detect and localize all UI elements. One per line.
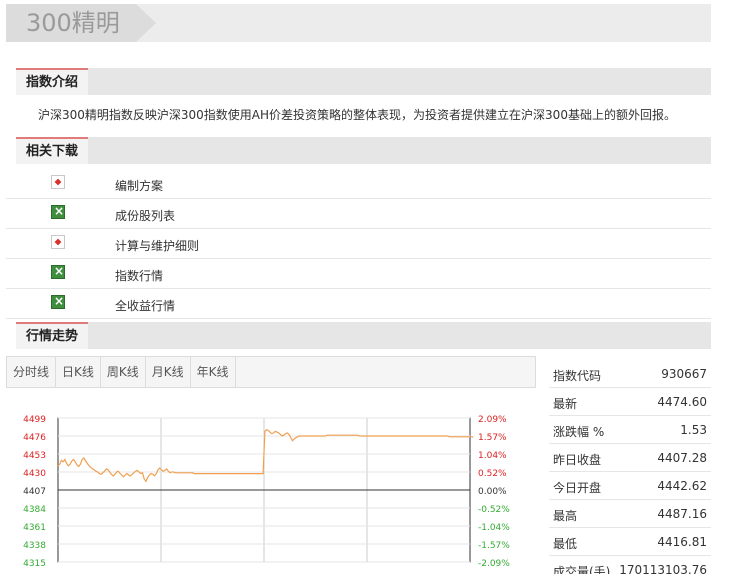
stat-row: 最低 4416.81 — [549, 528, 711, 556]
intraday-chart: 4499 2.09% 4476 1.57% 4453 1.04% 4430 0.52% 4407… — [6, 400, 536, 574]
y-left-tick-label: 4338 — [23, 541, 46, 551]
stat-row: 涨跌幅 % 1.53 — [549, 416, 711, 444]
stat-value: 4407.28 — [657, 451, 707, 465]
excel-icon[interactable] — [51, 294, 65, 309]
stat-value: 170113103.76 — [619, 563, 707, 574]
tab-yearly-k[interactable]: 年K线 — [191, 357, 236, 387]
stat-key: 涨跌幅 % — [553, 425, 605, 439]
excel-icon[interactable] — [51, 264, 65, 279]
price-series-line — [57, 428, 474, 483]
stat-row: 指数代码 930667 — [549, 360, 711, 388]
y-right-tick-label: 2.09% — [478, 415, 507, 425]
y-left-tick-label: 4453 — [23, 451, 46, 461]
stat-value: 1.53 — [680, 423, 707, 437]
y-right-tick-label: -1.04% — [478, 523, 510, 533]
y-right-tick-label: 1.57% — [478, 433, 507, 443]
download-item-label[interactable]: 全收益行情 — [115, 297, 175, 314]
pdf-icon[interactable] — [51, 235, 65, 249]
y-left-tick-label: 4476 — [23, 433, 46, 443]
download-item-label[interactable]: 编制方案 — [115, 177, 163, 194]
section-downloads-title: 相关下载 — [16, 137, 89, 164]
section-downloads-header: 相关下载 — [16, 137, 711, 164]
stat-value: 4416.81 — [657, 535, 707, 549]
download-item-label[interactable]: 计算与维护细则 — [115, 237, 199, 254]
page-title-bar: 300精明 — [6, 4, 711, 42]
stat-value: 4442.62 — [657, 479, 707, 493]
chart-tabs: 分时线 日K线 周K线 月K线 年K线 — [6, 356, 536, 388]
stat-key: 今日开盘 — [553, 481, 602, 495]
stat-value: 4474.60 — [657, 395, 707, 409]
y-left-tick-label: 4361 — [23, 523, 46, 533]
tab-daily-k[interactable]: 日K线 — [56, 357, 101, 387]
stat-row: 昨日收盘 4407.28 — [549, 444, 711, 472]
excel-icon[interactable] — [51, 204, 65, 219]
stat-row: 最新 4474.60 — [549, 388, 711, 416]
stat-value: 4487.16 — [657, 507, 707, 521]
section-intro-title: 指数介绍 — [16, 68, 89, 95]
y-right-tick-label: 1.04% — [478, 451, 507, 461]
y-right-tick-label: -1.57% — [478, 541, 510, 551]
section-trend-title: 行情走势 — [16, 322, 89, 349]
download-item[interactable]: 成份股列表 — [6, 199, 711, 229]
y-left-tick-label: 4430 — [23, 469, 46, 479]
tab-monthly-k[interactable]: 月K线 — [146, 357, 191, 387]
stat-key: 最新 — [553, 397, 578, 411]
y-left-tick-label: 4407 — [23, 487, 46, 497]
stat-key: 昨日收盘 — [553, 453, 602, 467]
page-title: 300精明 — [26, 9, 120, 37]
stat-value: 930667 — [661, 367, 707, 381]
y-right-tick-label: 0.00% — [478, 487, 507, 497]
stat-row: 成交量(手) 170113103.76 — [549, 556, 711, 574]
tab-intraday[interactable]: 分时线 — [7, 357, 57, 387]
stat-key: 最低 — [553, 537, 578, 551]
stat-key: 成交量(手) — [553, 565, 611, 574]
stat-key: 最高 — [553, 509, 578, 523]
y-right-tick-label: -0.52% — [478, 505, 510, 515]
y-right-tick-label: 0.52% — [478, 469, 507, 479]
download-item[interactable]: 编制方案 — [6, 169, 711, 199]
download-item[interactable]: 计算与维护细则 — [6, 229, 711, 259]
download-item-label[interactable]: 成份股列表 — [115, 207, 175, 224]
tab-weekly-k[interactable]: 周K线 — [101, 357, 146, 387]
stat-row: 今日开盘 4442.62 — [549, 472, 711, 500]
section-trend-header: 行情走势 — [16, 322, 711, 349]
intro-description: 沪深300精明指数反映沪深300指数使用AH价差投资策略的整体表现，为投资者提供… — [38, 108, 676, 122]
y-right-tick-label: -2.09% — [478, 559, 510, 569]
stat-row: 最高 4487.16 — [549, 500, 711, 528]
section-intro-header: 指数介绍 — [16, 68, 711, 95]
y-left-tick-label: 4315 — [23, 559, 46, 569]
download-item[interactable]: 指数行情 — [6, 259, 711, 289]
stat-key: 指数代码 — [553, 369, 602, 383]
download-item-label[interactable]: 指数行情 — [115, 267, 163, 284]
y-left-tick-label: 4499 — [23, 415, 46, 425]
index-stats-table: 指数代码 930667 最新 4474.60 涨跌幅 % 1.53 昨日收盘 4407.… — [549, 360, 711, 574]
download-item[interactable]: 全收益行情 — [6, 289, 711, 319]
y-left-tick-label: 4384 — [23, 505, 46, 515]
intraday-chart-svg: 4499 2.09% 4476 1.57% 4453 1.04% 4430 0.52% 4407… — [23, 415, 510, 569]
downloads-list: 编制方案 成份股列表 计算与维护细则 指数行情 全收益行情 — [6, 169, 711, 319]
pdf-icon[interactable] — [51, 175, 65, 189]
